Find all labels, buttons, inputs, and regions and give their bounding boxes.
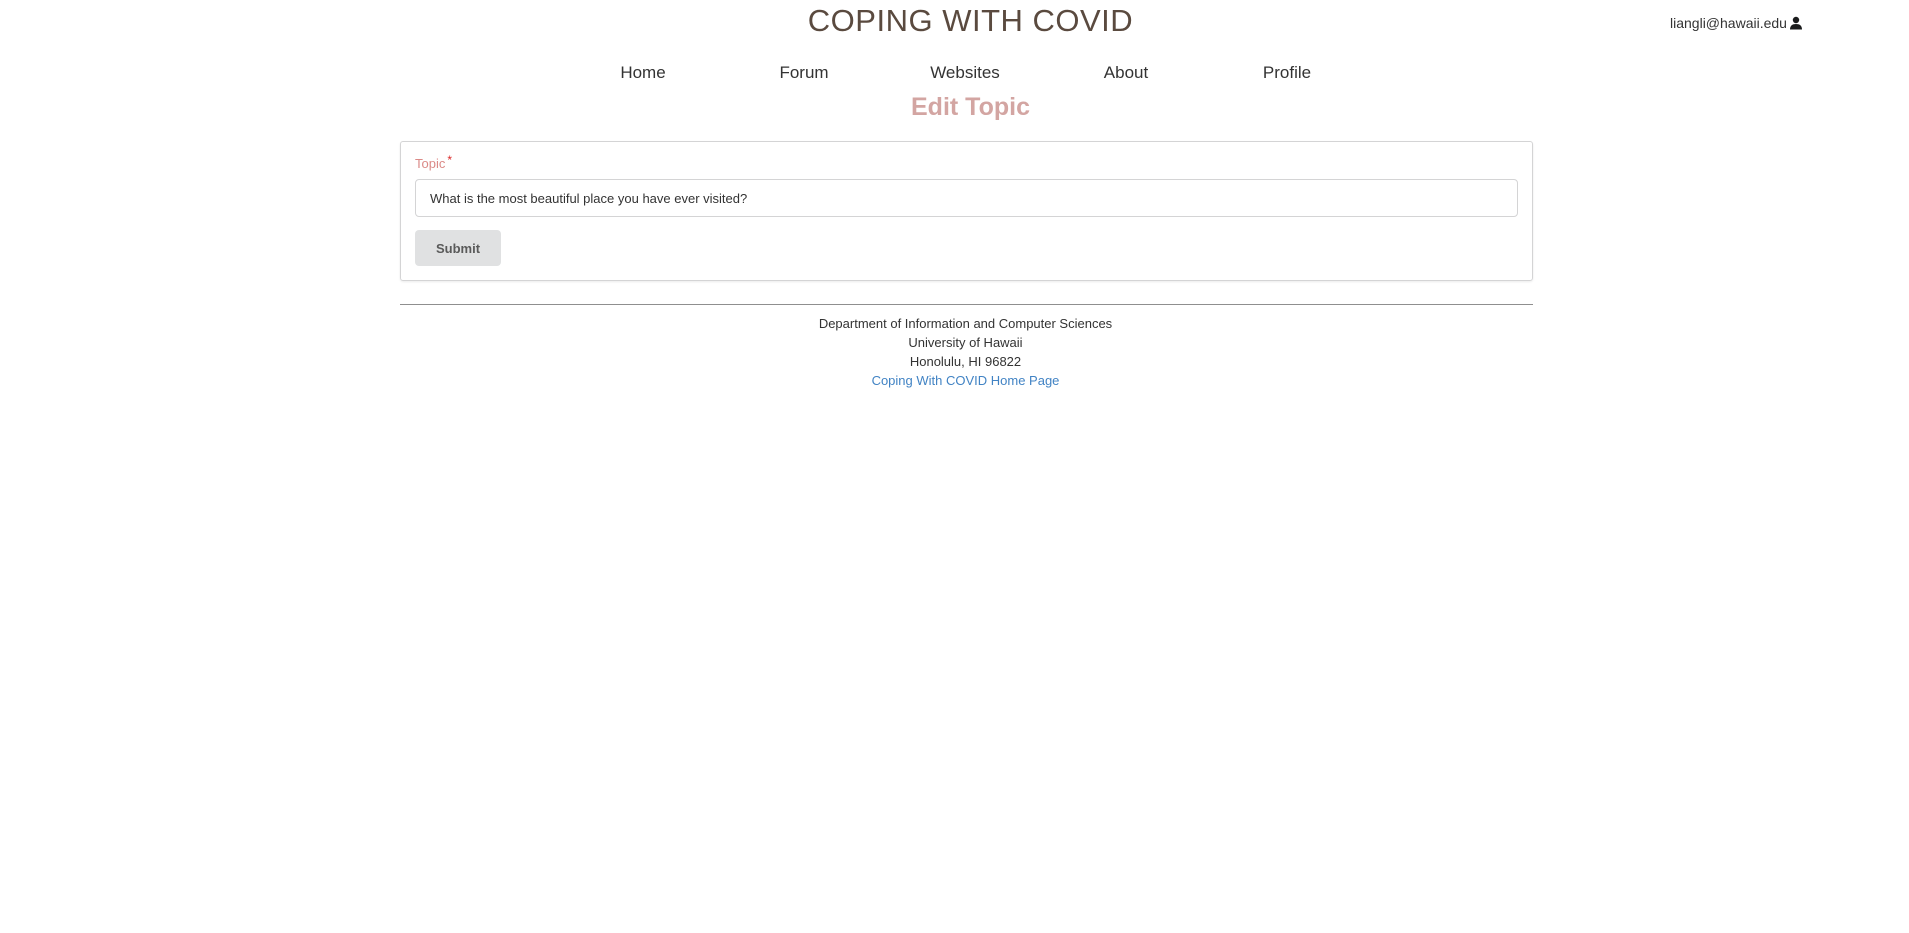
nav-item-forum[interactable]: Forum	[779, 63, 828, 83]
page-heading: Edit Topic	[911, 93, 1030, 121]
nav-item-profile[interactable]: Profile	[1263, 63, 1311, 83]
footer-home-link[interactable]: Coping With COVID Home Page	[872, 371, 1060, 390]
page: COPING WITH COVID liangli@hawaii.edu Hom…	[0, 0, 1909, 933]
nav-item-home[interactable]: Home	[620, 63, 665, 83]
required-marker: *	[447, 153, 453, 167]
user-icon	[1789, 16, 1803, 30]
topic-input[interactable]	[415, 179, 1518, 217]
footer-university: University of Hawaii	[908, 335, 1023, 350]
footer: Department of Information and Computer S…	[0, 314, 1909, 390]
edit-topic-form: Topic* Submit	[400, 141, 1533, 281]
footer-department: Department of Information and Computer S…	[818, 316, 1113, 331]
submit-button[interactable]: Submit	[415, 230, 501, 266]
site-title: COPING WITH COVID	[807, 3, 1134, 38]
nav-item-about[interactable]: About	[1104, 63, 1148, 83]
footer-divider	[400, 304, 1533, 305]
nav-item-websites[interactable]: Websites	[930, 63, 1000, 83]
user-menu[interactable]: liangli@hawaii.edu	[1670, 15, 1803, 31]
topic-label: Topic *	[415, 153, 453, 171]
main-nav: Home Forum Websites About Profile	[0, 63, 1909, 87]
user-email: liangli@hawaii.edu	[1670, 15, 1787, 31]
footer-address: Honolulu, HI 96822	[909, 354, 1022, 369]
topic-label-text: Topic	[415, 156, 446, 171]
